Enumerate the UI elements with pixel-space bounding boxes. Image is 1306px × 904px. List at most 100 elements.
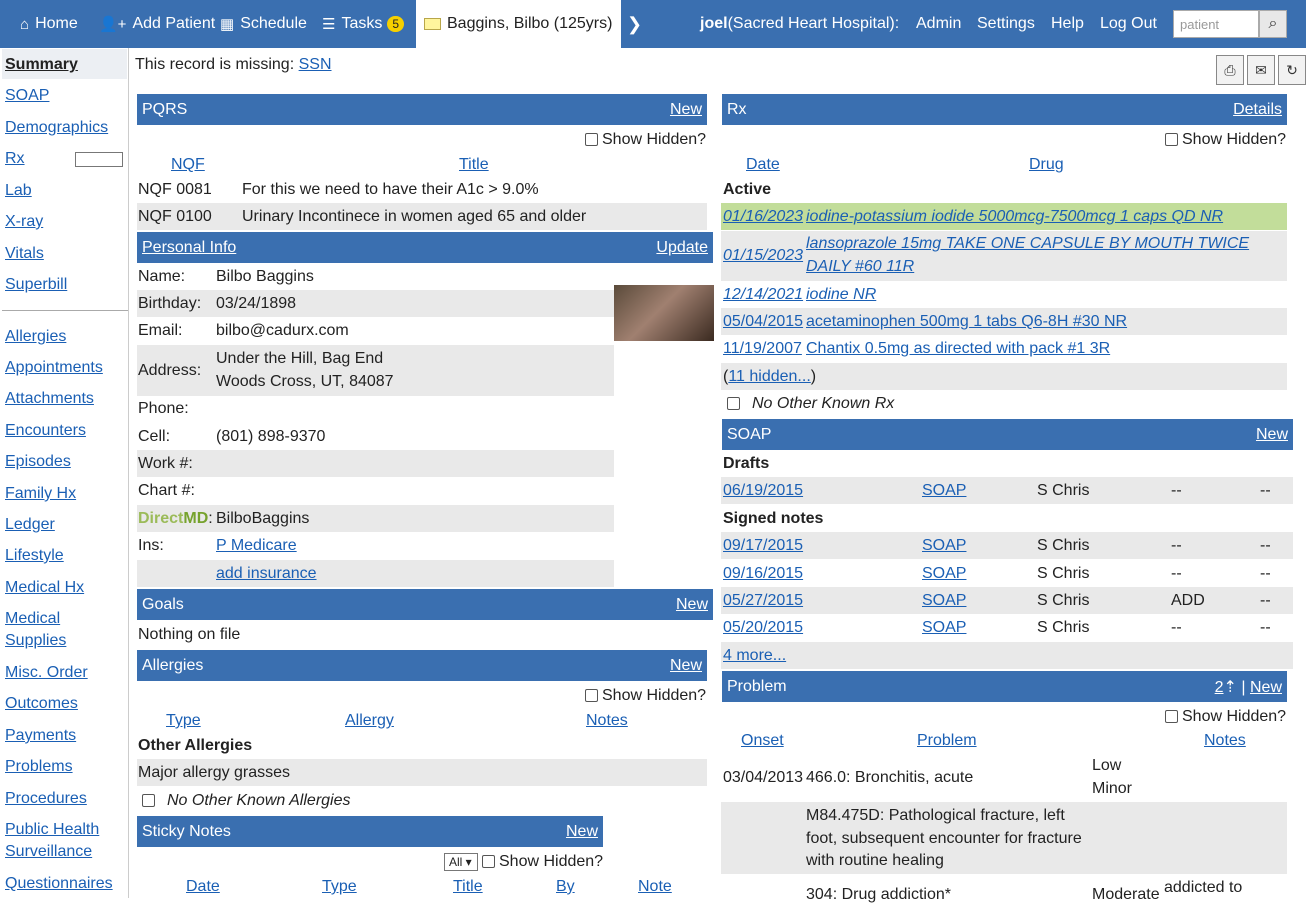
rx-row[interactable]: 05/04/2015 acetaminophen 500mg 1 tabs Q6-… [721,308,1287,335]
sidebar-item-demographics[interactable]: Demographics [5,117,108,139]
checkbox-icon[interactable] [482,855,495,869]
sidebar-item-public-health[interactable]: Public Health Surveillance [5,819,120,863]
sidebar-item-appointments[interactable]: Appointments [5,357,103,379]
sidebar-item-soap[interactable]: SOAP [5,85,49,107]
sidebar-item-questionnaires[interactable]: Questionnaires [5,873,113,895]
sidebar-item-allergies[interactable]: Allergies [5,326,66,348]
home-link[interactable]: ⌂ Home [20,0,78,48]
sticky-filter[interactable]: All ▾ [444,853,478,871]
problem-show-hidden[interactable]: Show Hidden? [1165,708,1286,726]
rx-details-link[interactable]: Details [1233,101,1282,119]
sidebar-item-xray[interactable]: X-ray [5,211,43,233]
sticky-show-hidden[interactable]: Show Hidden? [482,853,603,871]
soap-new-link[interactable]: New [1256,426,1288,444]
sticky-col-by[interactable]: By [556,878,575,896]
sticky-col-type[interactable]: Type [322,878,357,896]
chevron-right-icon[interactable]: ❯ [627,0,642,48]
rx-drug[interactable]: lansoprazole 15mg TAKE ONE CAPSULE BY MO… [806,235,1249,253]
rx-date[interactable]: 12/14/2021 [723,286,803,304]
sticky-col-title[interactable]: Title [453,878,483,896]
soap-date[interactable]: 09/16/2015 [723,565,803,583]
sidebar-item-ledger[interactable]: Ledger [5,514,55,536]
sidebar-item-family-hx[interactable]: Family Hx [5,483,76,505]
soap-type[interactable]: SOAP [922,619,966,637]
checkbox-icon[interactable] [142,794,155,808]
sticky-col-note[interactable]: Note [638,878,672,896]
no-other-known-rx[interactable]: No Other Known Rx [727,395,894,413]
checkbox-icon[interactable] [727,397,740,411]
soap-type[interactable]: SOAP [922,537,966,555]
problem-count-link[interactable]: 2 [1215,679,1224,696]
pqrs-show-hidden[interactable]: Show Hidden? [585,131,706,149]
sidebar-item-lifestyle[interactable]: Lifestyle [5,545,64,567]
problem-col-problem[interactable]: Problem [917,732,977,750]
sidebar-item-episodes[interactable]: Episodes [5,451,71,473]
patient-tab[interactable]: Baggins, Bilbo (125yrs) [416,0,621,48]
rx-drug[interactable]: acetaminophen 500mg 1 tabs Q6-8H #30 NR [806,313,1127,331]
sidebar-item-summary[interactable]: Summary [5,54,78,76]
soap-type[interactable]: SOAP [922,592,966,610]
allergies-show-hidden[interactable]: Show Hidden? [585,687,706,705]
rx-col-drug[interactable]: Drug [1029,156,1064,174]
rx-row[interactable]: 01/16/2023 iodine-potassium iodide 5000mc… [721,203,1287,230]
insurance-link[interactable]: P Medicare [216,537,297,555]
admin-link[interactable]: Admin [916,0,961,48]
sticky-new-link[interactable]: New [566,823,598,841]
soap-date[interactable]: 06/19/2015 [723,482,803,500]
goals-new-link[interactable]: New [676,596,708,614]
pqrs-col-nqf[interactable]: NQF [171,156,205,174]
sidebar-item-procedures[interactable]: Procedures [5,788,87,810]
sidebar-item-superbill[interactable]: Superbill [5,274,67,296]
rx-date[interactable]: 01/15/2023 [723,247,803,265]
soap-date[interactable]: 05/27/2015 [723,592,803,610]
missing-ssn-link[interactable]: SSN [299,56,332,73]
rx-drug-cont[interactable]: DAILY #60 11R [806,258,914,276]
sidebar-item-payments[interactable]: Payments [5,725,76,747]
sidebar-item-attachments[interactable]: Attachments [5,388,94,410]
sidebar-item-rx[interactable]: Rx [5,148,25,170]
rx-hidden-link[interactable]: 11 hidden... [728,368,810,385]
sidebar-item-outcomes[interactable]: Outcomes [5,693,78,715]
soap-more-link[interactable]: 4 more... [723,647,786,665]
add-patient-link[interactable]: 👤+ Add Patient [99,0,215,48]
problem-col-onset[interactable]: Onset [741,732,784,750]
patient-search-input[interactable]: patient [1173,10,1259,38]
rx-date[interactable]: 11/19/2007 [723,340,802,358]
rx-col-date[interactable]: Date [746,156,780,174]
checkbox-icon[interactable] [1165,710,1178,724]
no-known-allergies[interactable]: No Other Known Allergies [142,792,351,810]
sidebar-item-encounters[interactable]: Encounters [5,420,86,442]
pqrs-col-title[interactable]: Title [459,156,489,174]
personal-info-title-link[interactable]: Personal Info [142,239,236,257]
allergies-col-allergy[interactable]: Allergy [345,712,394,730]
checkbox-icon[interactable] [585,133,598,147]
soap-type[interactable]: SOAP [922,565,966,583]
sticky-filter-select[interactable]: All ▾ [444,853,478,871]
refresh-icon[interactable]: ↻ [1278,55,1306,85]
sidebar-item-medical-hx[interactable]: Medical Hx [5,577,84,599]
print-icon[interactable]: ⎙ [1216,55,1244,85]
rx-show-hidden[interactable]: Show Hidden? [1165,131,1286,149]
soap-date[interactable]: 05/20/2015 [723,619,803,637]
soap-date[interactable]: 09/17/2015 [723,537,803,555]
sticky-col-date[interactable]: Date [186,878,220,896]
sidebar-item-lab[interactable]: Lab [5,180,32,202]
personal-update-link[interactable]: Update [656,239,708,257]
rx-date[interactable]: 05/04/2015 [723,313,803,331]
help-link[interactable]: Help [1051,0,1084,48]
checkbox-icon[interactable] [1165,133,1178,147]
soap-type[interactable]: SOAP [922,482,966,500]
rx-date[interactable]: 01/16/2023 [723,208,803,226]
rx-row[interactable]: 12/14/2021 iodine NR [721,281,1287,308]
rx-row[interactable]: 01/15/2023 lansoprazole 15mg TAKE ONE CAP… [721,231,1287,281]
add-insurance-link[interactable]: add insurance [216,565,317,583]
allergies-col-type[interactable]: Type [166,712,201,730]
schedule-link[interactable]: ▦ Schedule [220,0,307,48]
settings-link[interactable]: Settings [977,0,1035,48]
checkbox-icon[interactable] [585,689,598,703]
fax-icon[interactable]: ✉ [1247,55,1275,85]
rx-quick-input[interactable] [75,152,123,167]
sidebar-item-misc-order[interactable]: Misc. Order [5,662,88,684]
rx-row[interactable]: 11/19/2007 Chantix 0.5mg as directed with… [721,335,1287,362]
tasks-link[interactable]: ☰ Tasks 5 [322,0,405,48]
